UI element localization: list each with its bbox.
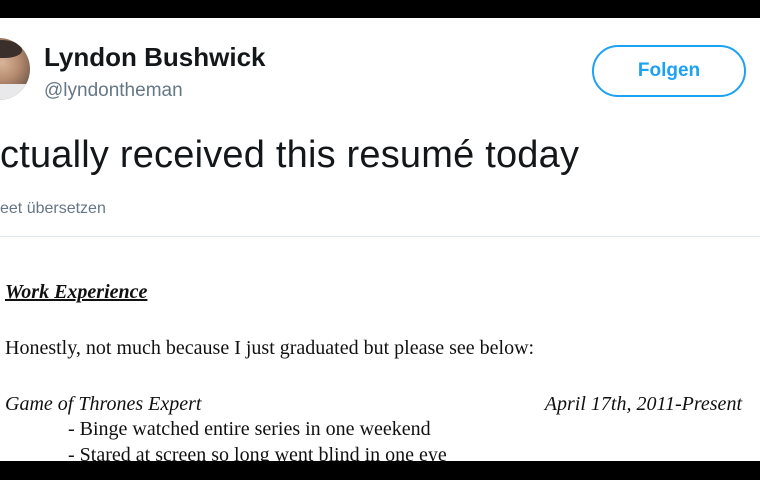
avatar-hair — [0, 40, 22, 58]
avatar[interactable] — [0, 38, 30, 100]
job-title: Game of Thrones Expert — [5, 393, 202, 415]
resume-bullet: - Stared at screen so long went blind in… — [68, 444, 447, 461]
resume-bullet: - Binge watched entire series in one wee… — [68, 418, 431, 440]
follow-button[interactable]: Folgen — [592, 45, 746, 97]
intro-line: Honestly, not much because I just gradua… — [5, 337, 535, 359]
user-handle[interactable]: @lyndontheman — [44, 80, 183, 102]
translate-tweet-link[interactable]: eet übersetzen — [0, 200, 106, 218]
avatar-shirt — [0, 84, 30, 100]
user-name[interactable]: Lyndon Bushwick — [44, 42, 266, 73]
job-dates: April 17th, 2011-Present — [544, 393, 742, 415]
section-heading: Work Experience — [5, 281, 148, 303]
resume-image[interactable]: Work Experience Honestly, not much becau… — [0, 237, 760, 461]
letterbox-top — [0, 0, 760, 18]
letterbox-bottom — [0, 461, 760, 480]
tweet-card: Lyndon Bushwick @lyndontheman Folgen ctu… — [0, 18, 760, 461]
tweet-text: ctually received this resumé today — [0, 134, 580, 176]
